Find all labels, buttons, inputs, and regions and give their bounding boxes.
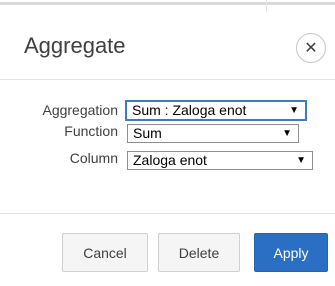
dialog-title: Aggregate	[24, 33, 126, 58]
aggregation-value: Sum : Zaloga enot	[132, 102, 247, 118]
cancel-button[interactable]: Cancel	[62, 233, 148, 272]
chevron-down-icon: ▼	[296, 155, 306, 166]
chevron-down-icon: ▼	[289, 105, 299, 116]
top-divider-tick	[266, 0, 267, 12]
delete-button[interactable]: Delete	[158, 233, 240, 272]
function-select[interactable]: Sum ▼	[127, 124, 299, 143]
apply-button[interactable]: Apply	[254, 233, 328, 272]
column-label: Column	[69, 150, 118, 166]
column-value: Zaloga enot	[133, 152, 207, 168]
close-icon: ✕	[304, 40, 318, 57]
dialog-top-edge	[0, 0, 335, 12]
function-value: Sum	[133, 125, 162, 141]
column-select[interactable]: Zaloga enot ▼	[127, 151, 313, 170]
top-divider	[0, 2, 335, 5]
header-divider	[0, 79, 335, 80]
footer-divider	[0, 213, 335, 214]
aggregation-label: Aggregation	[42, 102, 118, 118]
chevron-down-icon: ▼	[282, 128, 292, 139]
close-button[interactable]: ✕	[296, 33, 326, 63]
aggregation-select[interactable]: Sum : Zaloga enot ▼	[126, 101, 306, 120]
function-label: Function	[64, 123, 118, 139]
